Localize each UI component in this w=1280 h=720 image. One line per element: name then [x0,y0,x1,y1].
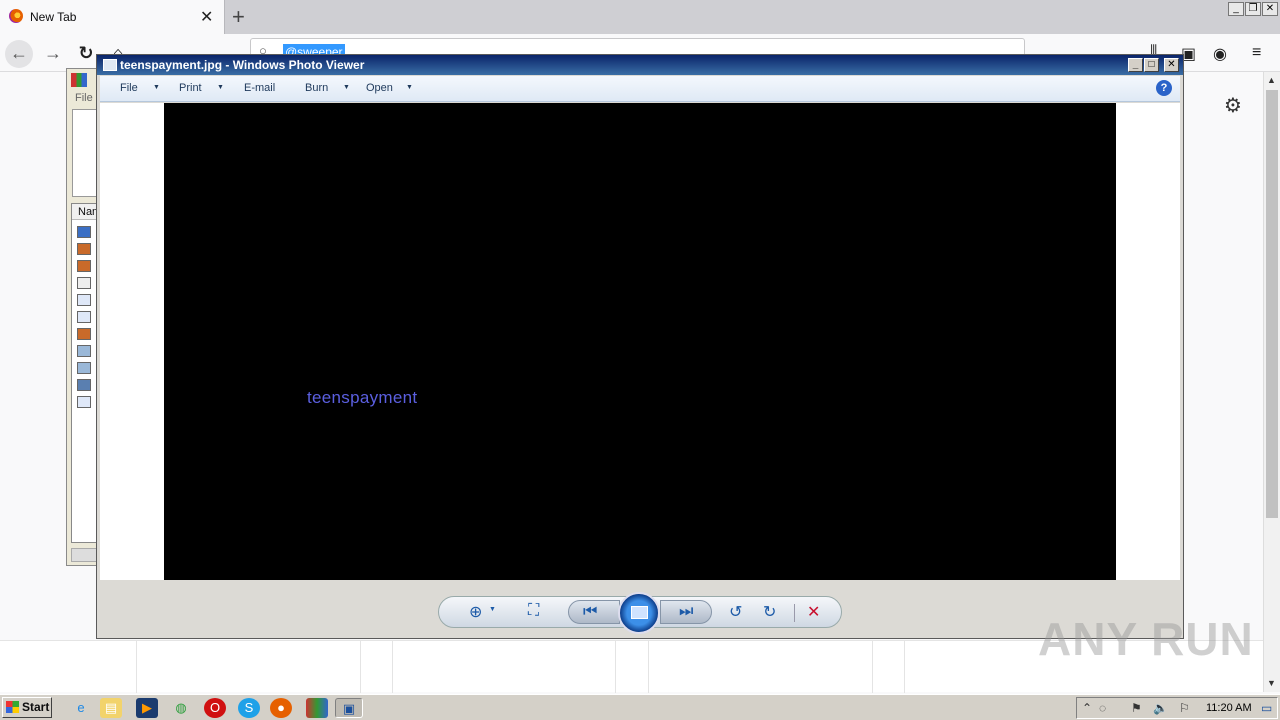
slideshow-button[interactable] [618,592,660,634]
word-doc-icon[interactable] [77,311,91,323]
next-button[interactable]: ⏭ [660,600,712,624]
file-icon[interactable] [77,243,91,255]
chevron-down-icon[interactable]: ▼ [153,84,160,91]
flag-icon[interactable]: ⚐ [1179,701,1190,715]
word-doc-icon[interactable] [77,294,91,306]
skype-icon[interactable]: S [238,698,260,718]
photo-viewer-icon[interactable]: ▣ [335,698,363,718]
network-icon[interactable]: ◌ [1099,701,1106,715]
tab-new-tab[interactable]: New Tab ✕ [0,0,225,34]
anyrun-watermark: ANY RUN [1038,613,1254,665]
window-title: teenspayment.jpg - Windows Photo Viewer [120,58,365,72]
menu-email[interactable]: E-mail [244,82,275,94]
displayed-image: teenspayment [164,103,1116,580]
divider [794,604,795,622]
taskbar: Start e ▤ ▶ ◍ O S ● ▣ ⌃ ◌ ⚑ 🔈 ⚐ 11:20 AM… [0,694,1280,720]
file-icon[interactable] [77,226,91,238]
new-tab-button[interactable]: + [232,4,245,30]
zoom-icon[interactable]: ⊕ [469,602,482,622]
minimize-icon[interactable]: _ [1128,58,1143,72]
tab-title: New Tab [30,10,77,24]
ie-icon[interactable]: e [70,698,92,718]
photo-viewer-icon [103,59,117,71]
volume-icon[interactable]: 🔈 [1153,701,1168,715]
image-file-icon[interactable] [77,379,91,391]
file-icon[interactable] [77,277,91,289]
rotate-ccw-icon[interactable]: ↺ [729,602,742,622]
explorer-window[interactable]: File Nam [66,68,102,566]
firefox-icon[interactable]: ● [270,698,292,718]
browser-tabbar: New Tab ✕ + _ ❐ ✕ [0,0,1280,34]
previous-icon[interactable]: ⏮ [583,603,597,621]
image-canvas: teenspayment [100,103,1180,580]
action-center-icon[interactable]: ⚑ [1131,701,1142,715]
menu-open[interactable]: Open [366,82,393,94]
help-icon[interactable]: ? [1156,80,1172,96]
chevron-down-icon[interactable]: ▼ [406,84,413,91]
close-icon[interactable]: ✕ [1164,58,1179,72]
show-desktop-icon[interactable]: ▭ [1261,701,1272,715]
maximize-icon[interactable]: □ [1144,58,1159,72]
account-icon[interactable]: ◉ [1213,44,1227,64]
photo-viewer-window[interactable]: teenspayment.jpg - Windows Photo Viewer … [96,54,1184,639]
settings-gear-icon[interactable]: ⚙ [1224,93,1242,118]
file-icon[interactable] [77,328,91,340]
windows-logo-icon [6,701,19,713]
next-icon[interactable]: ⏭ [679,603,693,621]
system-tray: ⌃ ◌ ⚑ 🔈 ⚐ 11:20 AM ▭ [1076,697,1278,719]
photo-viewer-titlebar[interactable]: teenspayment.jpg - Windows Photo Viewer … [97,55,1183,75]
word-doc-icon[interactable] [77,396,91,408]
chrome-icon[interactable]: ◍ [170,698,192,718]
show-hidden-icons-icon[interactable]: ⌃ [1082,701,1092,715]
close-icon[interactable]: ✕ [1262,2,1278,16]
start-label: Start [22,700,50,714]
photo-viewer-menubar: File ▼ Print ▼ E-mail Burn ▼ Open ▼ ? [100,76,1180,102]
image-file-icon[interactable] [77,345,91,357]
image-caption: teenspayment [307,388,418,407]
previous-button[interactable]: ⏮ [568,600,620,624]
explorer-menu-file[interactable]: File [75,92,93,104]
back-button[interactable]: ← [5,40,33,68]
opera-icon[interactable]: O [204,698,226,718]
actual-size-icon[interactable]: ⛶ [528,602,539,620]
chevron-down-icon[interactable]: ▼ [489,606,496,613]
restore-icon[interactable]: ❐ [1245,2,1261,16]
explorer-icon[interactable]: ▤ [100,698,122,718]
scroll-down-icon[interactable]: ▼ [1267,678,1276,688]
winrar-icon [71,73,87,87]
menu-icon[interactable]: ≡ [1252,44,1261,62]
viewer-controls: ⊕ ▼ ⛶ ⏮ ⏭ ↺ ↻ ✕ [438,592,842,634]
slideshow-icon [631,606,648,619]
image-file-icon[interactable] [77,362,91,374]
start-button[interactable]: Start [2,697,52,718]
menu-file[interactable]: File [120,82,138,94]
minimize-icon[interactable]: _ [1228,2,1244,16]
firefox-icon [9,9,23,23]
rotate-cw-icon[interactable]: ↻ [763,602,776,622]
winrar-icon[interactable] [306,698,328,718]
close-tab-icon[interactable]: ✕ [200,7,213,27]
menu-burn[interactable]: Burn [305,82,328,94]
menu-print[interactable]: Print [179,82,202,94]
chevron-down-icon[interactable]: ▼ [217,84,224,91]
file-icon[interactable] [77,260,91,272]
scroll-thumb[interactable] [1266,90,1278,518]
chevron-down-icon[interactable]: ▼ [343,84,350,91]
page-scrollbar[interactable]: ▲ ▼ [1263,72,1280,692]
scroll-up-icon[interactable]: ▲ [1267,75,1276,85]
delete-icon[interactable]: ✕ [807,602,820,622]
clock[interactable]: 11:20 AM [1206,702,1252,714]
media-player-icon[interactable]: ▶ [136,698,158,718]
forward-button[interactable]: → [39,40,67,68]
